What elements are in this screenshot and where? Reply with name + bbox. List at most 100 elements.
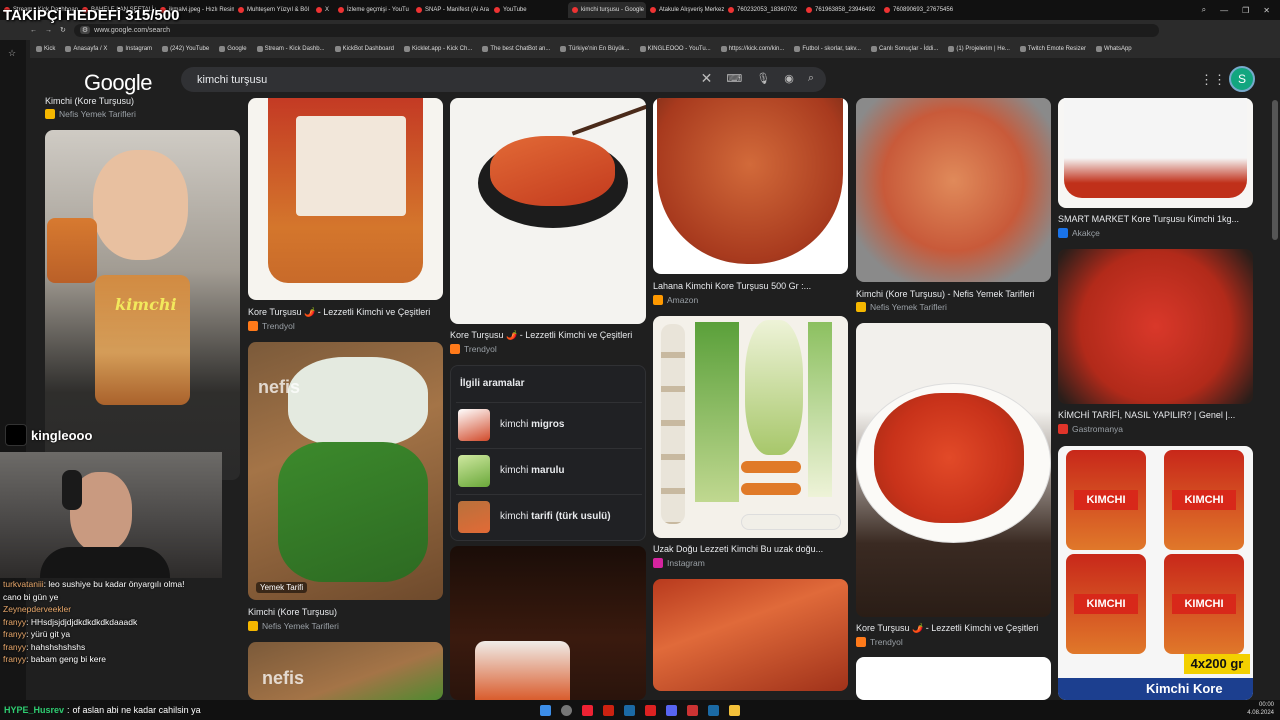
bookmark-item[interactable]: Kicklet.app - Kick Ch... [403,46,472,52]
result-caption[interactable]: Kimchi (Kore Turşusu) - Nefis Yemek Tari… [856,289,1034,299]
star-icon[interactable]: ☆ [8,48,16,59]
browser-icon[interactable] [582,704,593,716]
microphone-icon[interactable]: 🎙 [756,72,770,87]
bookmark-item[interactable]: Türkiye'nin En Büyük... [560,46,630,52]
folder-icon[interactable] [729,704,740,716]
close-icon[interactable]: ✕ [1263,6,1270,15]
result-image-onions-2[interactable]: nefis [248,642,443,700]
reload-icon[interactable]: ↻ [60,26,66,34]
result-source[interactable]: Nefis Yemek Tarifleri [856,302,947,312]
tab[interactable]: Muhteşem Yüzyıl & Böl [234,2,312,18]
result-image-kimchi-jar-label[interactable] [248,98,443,300]
result-source[interactable]: Amazon [653,295,698,305]
chat-user: HYPE_Husrev [4,705,65,715]
forward-icon[interactable]: → [45,27,52,34]
bookmark-item[interactable]: Kick [36,46,55,52]
result-image-kimchi-container[interactable] [653,98,848,274]
result-source[interactable]: Trendyol [248,321,295,331]
scrollbar-thumb[interactable] [1272,100,1278,240]
bookmark-item[interactable]: Stream - Kick Dashb... [256,46,325,52]
result-image-green-onions[interactable]: nefis Yemek Tarifi [248,342,443,600]
back-icon[interactable]: ← [30,27,37,34]
result-source[interactable]: Gastromanya [1058,424,1123,434]
result-image-white[interactable] [856,657,1051,700]
result-source[interactable]: Instagram [653,558,705,568]
window-controls: ⌕ — ❐ ✕ [1202,0,1280,20]
result-image-kimchi-bowl-red[interactable] [1058,249,1253,404]
container-kimchi [657,98,843,264]
steam-icon[interactable] [624,704,635,716]
minimize-icon[interactable]: — [1220,6,1228,15]
result-source[interactable]: Trendyol [450,344,497,354]
keyboard-icon[interactable]: ⌨ [726,72,742,87]
result-image-kimchi-jar-dark[interactable] [450,546,646,700]
avatar[interactable]: S [1229,66,1255,92]
result-image-burcu-kimchi[interactable]: KIMCHI KIMCHI KIMCHI KIMCHI 4x200 gr Kim… [1058,446,1253,700]
bookmark-item[interactable]: Google [219,46,247,52]
result-image-ingredients[interactable] [653,316,848,538]
result-image-kimchi-colander[interactable] [856,98,1051,282]
result-image-kimchi-tray[interactable] [653,579,848,691]
tab-label: İzleme geçmişi - YouTu [347,7,409,13]
discord-icon[interactable] [666,704,677,716]
bookmark-item[interactable]: Instagram [117,46,152,52]
search-input[interactable]: kimchi turşusu [197,74,267,86]
result-caption[interactable]: Uzak Doğu Lezzeti Kimchi Bu uzak doğu... [653,544,823,554]
result-caption[interactable]: Kore Turşusu 🌶️ - Lezzetli Kimchi ve Çeş… [856,623,1038,634]
result-caption[interactable]: KİMCHİ TARİFİ, NASIL YAPILIR? | Genel |.… [1058,410,1235,420]
result-source[interactable]: Nefis Yemek Tarifleri [45,109,136,119]
clear-icon[interactable]: ✕ [701,70,713,87]
result-caption[interactable]: Lahana Kimchi Kore Turşusu 500 Gr :... [653,281,811,291]
bookmark-item[interactable]: (242) YouTube [162,46,209,52]
bookmark-item[interactable]: WhatsApp [1095,46,1132,52]
search-icon[interactable] [561,704,572,716]
related-item-marulu[interactable]: kimchi marulu [456,448,642,492]
result-caption[interactable]: Kore Turşusu 🌶️ - Lezzetli Kimchi ve Çeş… [248,307,430,318]
steam-icon-2[interactable] [708,704,719,716]
bookmark-item[interactable]: Anasayfa / X [65,46,107,52]
windows-start-icon[interactable] [540,704,551,716]
search-icon[interactable]: ⌕ [808,72,814,87]
result-image-kimchi-plate[interactable] [856,323,1051,617]
tab[interactable]: 760890693_27675456 [880,2,958,18]
bookmark-icon [117,46,124,52]
tab[interactable]: kimchi turşusu - Google [568,2,646,18]
tab[interactable]: X [312,2,334,18]
search-box[interactable]: kimchi turşusu ✕ ⌨ 🎙 ◉ ⌕ [181,67,826,92]
result-image-kimchi-bowl[interactable] [450,98,646,324]
result-source[interactable]: Trendyol [856,637,903,647]
result-caption[interactable]: Kimchi (Kore Turşusu) [45,96,134,106]
result-caption[interactable]: Kimchi (Kore Turşusu) [248,607,337,617]
app-icon-2[interactable] [687,704,698,716]
url-field[interactable]: ⚙ www.google.com/search [73,23,1159,37]
result-caption[interactable]: SMART MARKET Kore Turşusu Kimchi 1kg... [1058,214,1239,224]
tab[interactable]: İzleme geçmişi - YouTu [334,2,412,18]
tab-favicon-icon [884,7,890,13]
result-source[interactable]: Nefis Yemek Tarifleri [248,621,339,631]
opera-icon[interactable] [603,704,614,716]
camera-icon[interactable]: ◉ [784,72,794,87]
bookmark-item[interactable]: KickBot Dashboard [334,46,394,52]
bookmark-item[interactable]: Canlı Sonuçlar - İddi... [870,46,938,52]
bookmark-item[interactable]: KINGLEOOO - YouTu... [639,46,711,52]
related-item-migros[interactable]: kimchi migros [456,402,642,446]
app-icon[interactable] [645,704,656,716]
search-tabs-icon[interactable]: ⌕ [1202,5,1206,15]
tab[interactable]: 761963858_23946492 [802,2,880,18]
bookmark-item[interactable]: (1) Projelerim | He... [948,46,1010,52]
result-image-smart-market-jar[interactable] [1058,98,1253,208]
related-item-tarifi[interactable]: kimchi tarifi (türk usulü) [456,494,642,538]
bookmark-item[interactable]: Futbol - skorlar, takv... [794,46,861,52]
bookmark-item[interactable]: The best ChatBot an... [482,46,550,52]
bookmark-item[interactable]: Twitch Emote Resizer [1019,46,1086,52]
tab[interactable]: Atakule Alışveriş Merkez [646,2,724,18]
tab[interactable]: SNAP - Manifest (Ai Ara [412,2,490,18]
result-source[interactable]: Akakçe [1058,228,1100,238]
bookmark-item[interactable]: https://kick.com/kin... [720,46,784,52]
maximize-icon[interactable]: ❐ [1242,6,1249,15]
google-logo[interactable]: Google [84,70,152,96]
site-info-icon[interactable]: ⚙ [79,26,91,34]
tab[interactable]: YouTube [490,2,568,18]
tab[interactable]: 760232053_18360702 [724,2,802,18]
result-caption[interactable]: Kore Turşusu 🌶️ - Lezzetli Kimchi ve Çeş… [450,330,632,341]
